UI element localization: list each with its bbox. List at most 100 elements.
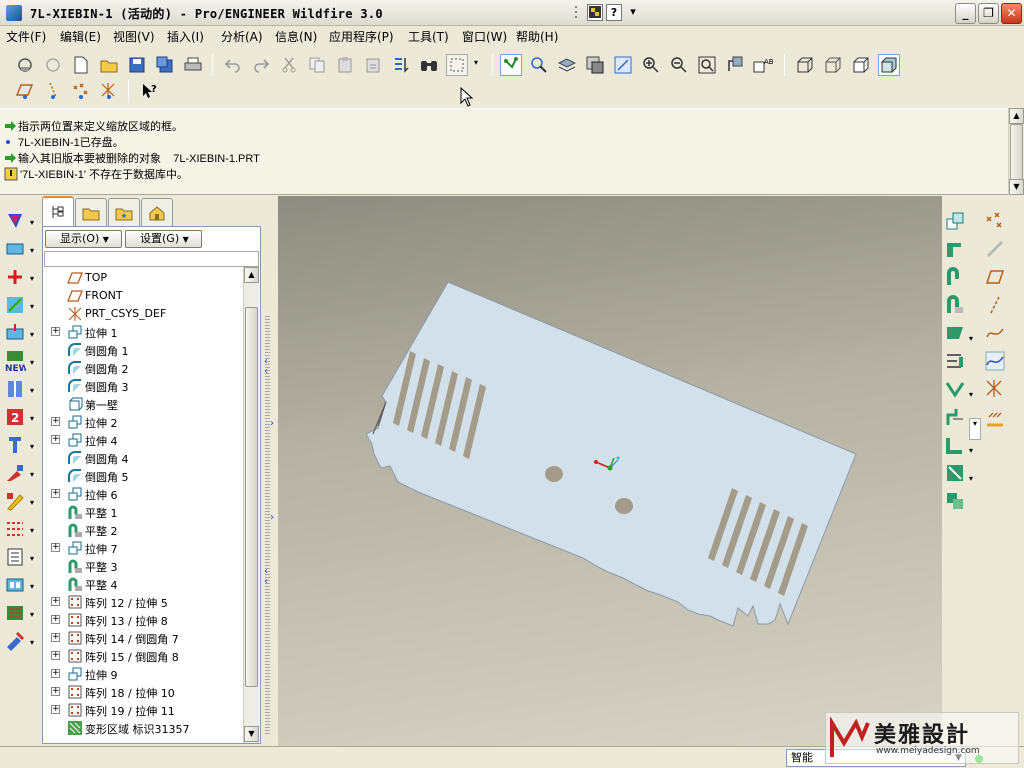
edge-bend-icon[interactable]: 2 (4, 406, 26, 428)
scroll-thumb[interactable] (245, 307, 258, 687)
flat-plate[interactable] (365, 281, 857, 627)
collapse-left-icon[interactable]: ‹ (264, 576, 268, 587)
expand-right-icon[interactable]: › (270, 512, 274, 523)
hidden-line-icon[interactable] (822, 54, 844, 76)
dropdown-arrow-icon[interactable]: ▾ (30, 526, 34, 535)
dropdown-arrow-icon[interactable]: ▾ (30, 218, 34, 227)
close-button[interactable]: ✕ (1001, 3, 1022, 24)
corner-relief-icon[interactable] (4, 602, 26, 624)
tree-item[interactable]: + 阵列 18 / 拉伸 10 (43, 683, 243, 701)
dropdown-arrow-icon[interactable]: ▾ (969, 418, 981, 440)
bend-relief-icon[interactable] (944, 378, 966, 400)
tree-item[interactable]: + 拉伸 2 (43, 413, 243, 431)
expand-icon[interactable]: + (51, 705, 60, 714)
expand-icon[interactable]: + (51, 417, 60, 426)
scroll-up-icon[interactable]: ▲ (1009, 108, 1024, 124)
regenerate-icon[interactable] (390, 54, 412, 76)
toolbar-dropdown-icon[interactable]: ▾ (628, 4, 638, 21)
menu-edit[interactable]: 编辑(E) (60, 28, 101, 45)
find-icon[interactable] (418, 54, 440, 76)
dropdown-arrow-icon[interactable]: ▾ (969, 446, 973, 455)
reorient-icon[interactable] (724, 54, 746, 76)
disconnect-icon[interactable] (42, 54, 64, 76)
whats-this-icon[interactable]: ? (138, 80, 160, 102)
spin-center-icon[interactable] (500, 54, 522, 76)
tree-item[interactable]: + 拉伸 9 (43, 665, 243, 683)
tab-model-tree[interactable] (42, 196, 74, 226)
scroll-up-icon[interactable]: ▲ (244, 267, 259, 283)
expand-icon[interactable]: + (51, 669, 60, 678)
scroll-down-icon[interactable]: ▼ (1009, 179, 1024, 195)
expand-icon[interactable]: + (51, 597, 60, 606)
menu-tools[interactable]: 工具(T) (408, 28, 449, 45)
tree-item[interactable]: 平整 3 (43, 557, 243, 575)
dropdown-arrow-icon[interactable]: ▾ (30, 442, 34, 451)
model-display-icon[interactable] (587, 4, 603, 21)
menu-applications[interactable]: 应用程序(P) (329, 28, 394, 45)
twist-wall-icon[interactable] (944, 322, 966, 344)
tree-item[interactable]: FRONT (43, 287, 243, 305)
tab-folder-browser[interactable] (75, 198, 107, 226)
form-icon[interactable] (4, 546, 26, 568)
dropdown-arrow-icon[interactable]: ▾ (30, 358, 34, 367)
scroll-down-icon[interactable]: ▼ (244, 726, 259, 742)
datum-chain-icon[interactable] (984, 238, 1006, 260)
cut-feature-icon[interactable] (4, 322, 26, 344)
flatten-form-icon[interactable] (4, 574, 26, 596)
tree-item[interactable]: + 阵列 14 / 倒圆角 7 (43, 629, 243, 647)
tree-item[interactable]: + 阵列 13 / 拉伸 8 (43, 611, 243, 629)
sheetmetal-part-model[interactable] (278, 196, 942, 746)
new-file-icon[interactable] (70, 54, 92, 76)
splitter-grip[interactable] (265, 316, 270, 736)
datum-plane-display-icon[interactable] (14, 80, 36, 102)
paste-special-icon[interactable] (362, 54, 384, 76)
offset-wall-icon[interactable] (944, 294, 966, 316)
expand-icon[interactable]: + (51, 633, 60, 642)
expand-icon[interactable]: + (51, 651, 60, 660)
scroll-thumb[interactable] (1010, 124, 1023, 180)
orient-mode-icon[interactable] (528, 54, 550, 76)
expand-right-icon[interactable]: › (270, 418, 274, 429)
menu-view[interactable]: 视图(V) (113, 28, 155, 45)
tree-item[interactable]: + 拉伸 6 (43, 485, 243, 503)
menu-help[interactable]: 帮助(H) (516, 28, 558, 45)
shading-icon[interactable] (878, 54, 900, 76)
zoom-out-icon[interactable] (668, 54, 690, 76)
dropdown-arrow-icon[interactable]: ▾ (30, 582, 34, 591)
expand-icon[interactable]: + (51, 615, 60, 624)
datum-axis-icon[interactable] (984, 294, 1006, 316)
undo-icon[interactable] (222, 54, 244, 76)
conversion-icon[interactable] (944, 490, 966, 512)
datum-axis-display-icon[interactable] (42, 80, 64, 102)
dropdown-arrow-icon[interactable]: ▾ (30, 246, 34, 255)
flange-wall-icon[interactable] (4, 266, 26, 288)
wireframe-icon[interactable] (794, 54, 816, 76)
tree-item[interactable]: 平整 2 (43, 521, 243, 539)
rip-icon[interactable] (4, 518, 26, 540)
tree-item[interactable]: 变形区域 标识31357 (43, 719, 243, 737)
dropdown-arrow-icon[interactable]: ▾ (30, 302, 34, 311)
sheetmetal-convert-icon[interactable] (4, 210, 26, 232)
datum-point-icon[interactable] (984, 210, 1006, 232)
flat-wall-icon[interactable] (4, 238, 26, 260)
tree-item[interactable]: 平整 4 (43, 575, 243, 593)
dropdown-arrow-icon[interactable]: ▾ (30, 554, 34, 563)
tab-connections[interactable] (141, 198, 173, 226)
tree-item[interactable]: + 阵列 19 / 拉伸 11 (43, 701, 243, 719)
dropdown-arrow-icon[interactable]: ▾ (30, 638, 34, 647)
refit-icon[interactable] (612, 54, 634, 76)
tab-favorites[interactable] (108, 198, 140, 226)
dropdown-arrow-icon[interactable]: ▾ (30, 498, 34, 507)
dropdown-arrow-icon[interactable]: ▾ (30, 470, 34, 479)
datum-curve-icon[interactable] (984, 350, 1006, 372)
edge-rip-icon[interactable] (944, 434, 966, 456)
layers-icon[interactable] (556, 54, 578, 76)
dropdown-arrow-icon[interactable]: ▾ (969, 474, 973, 483)
datum-plane-icon[interactable] (984, 266, 1006, 288)
hem-icon[interactable] (944, 266, 966, 288)
punch-icon[interactable] (4, 490, 26, 512)
tree-item[interactable]: PRT_CSYS_DEF (43, 305, 243, 323)
zoom-in-icon[interactable] (640, 54, 662, 76)
message-scrollbar[interactable]: ▲ ▼ (1008, 108, 1024, 195)
copy-geometry-icon[interactable] (944, 210, 966, 232)
